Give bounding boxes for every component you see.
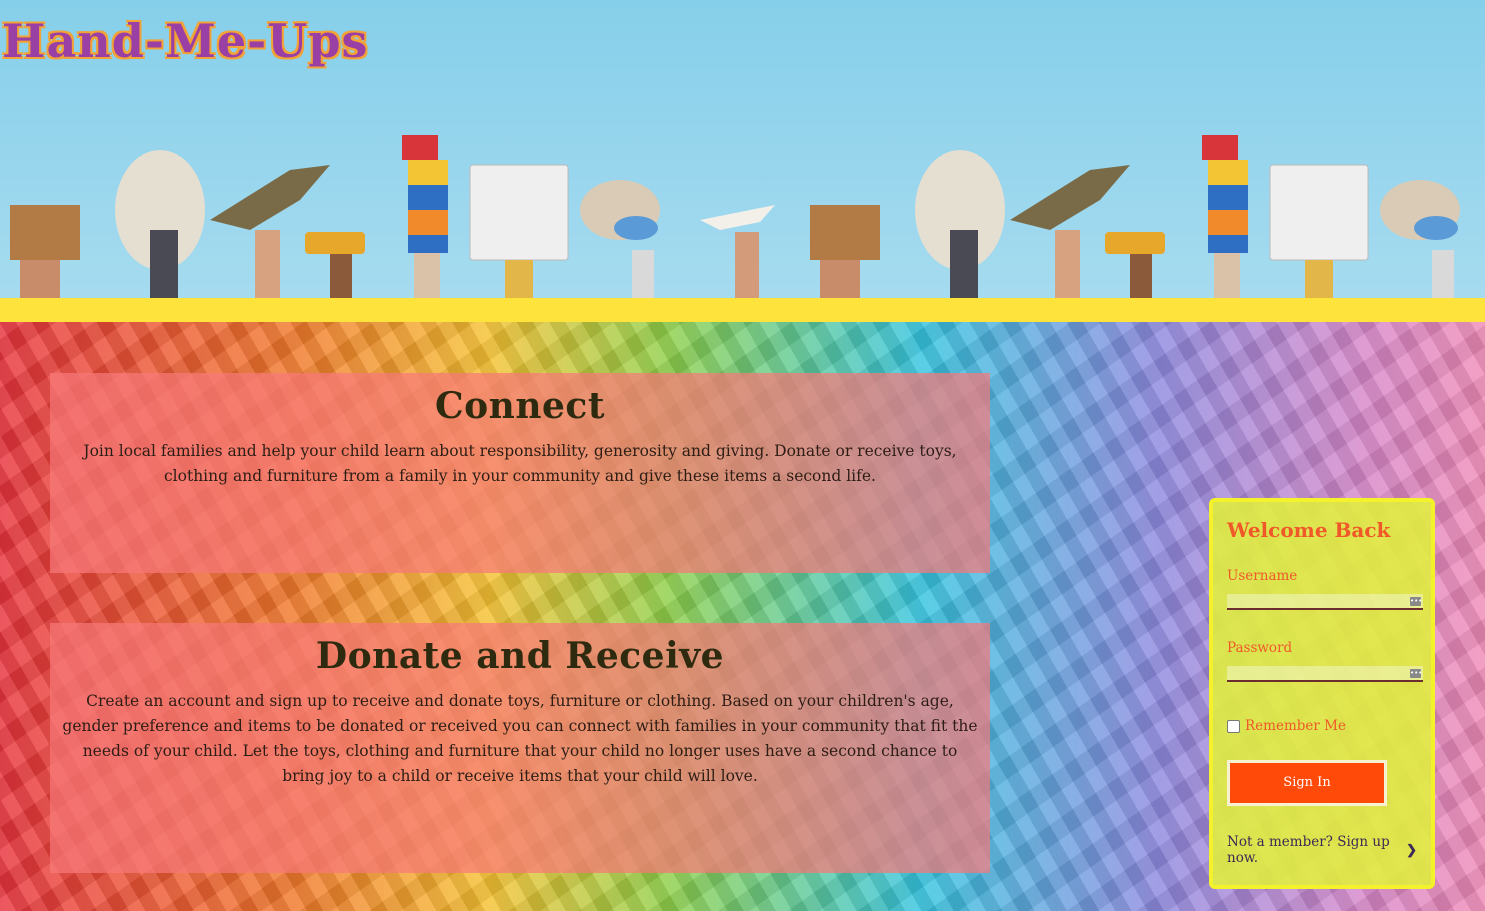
login-panel: Welcome Back Username ••• Password ••• R… [1209, 498, 1435, 889]
sign-in-button[interactable]: Sign In [1227, 760, 1387, 806]
donate-receive-description: Create an account and sign up to receive… [62, 692, 978, 785]
login-title: Welcome Back [1227, 518, 1391, 542]
main-content: Connect Join local families and help you… [0, 322, 1485, 911]
connect-card: Connect Join local families and help you… [50, 373, 990, 573]
header-divider-band [0, 298, 1485, 322]
connect-heading: Connect [435, 385, 605, 427]
toys-banner-illustration [10, 135, 1460, 298]
sign-up-link[interactable]: Not a member? Sign up now. ❯ [1227, 834, 1417, 866]
connect-description: Join local families and help your child … [83, 442, 957, 485]
password-field[interactable]: ••• [1227, 666, 1423, 682]
chevron-right-icon: ❯ [1406, 842, 1417, 858]
donate-receive-card: Donate and Receive Create an account and… [50, 623, 990, 873]
remember-me-checkbox[interactable] [1227, 719, 1240, 733]
donate-receive-heading: Donate and Receive [315, 635, 725, 677]
password-label: Password [1227, 640, 1293, 656]
site-logo[interactable]: Hand-Me-Ups [2, 14, 368, 68]
username-label: Username [1227, 568, 1298, 584]
username-field[interactable]: ••• [1227, 594, 1423, 610]
password-manager-key-icon[interactable]: ••• [1410, 597, 1422, 606]
toys-group-left [10, 135, 775, 298]
password-manager-key-icon[interactable]: ••• [1410, 669, 1422, 678]
header-banner: Hand-Me-Ups [0, 0, 1485, 298]
sign-up-link-text[interactable]: Not a member? Sign up now. [1227, 834, 1400, 866]
remember-me-row[interactable]: Remember Me [1227, 718, 1417, 734]
remember-me-label[interactable]: Remember Me [1245, 718, 1346, 734]
toys-group-right [810, 135, 1460, 298]
